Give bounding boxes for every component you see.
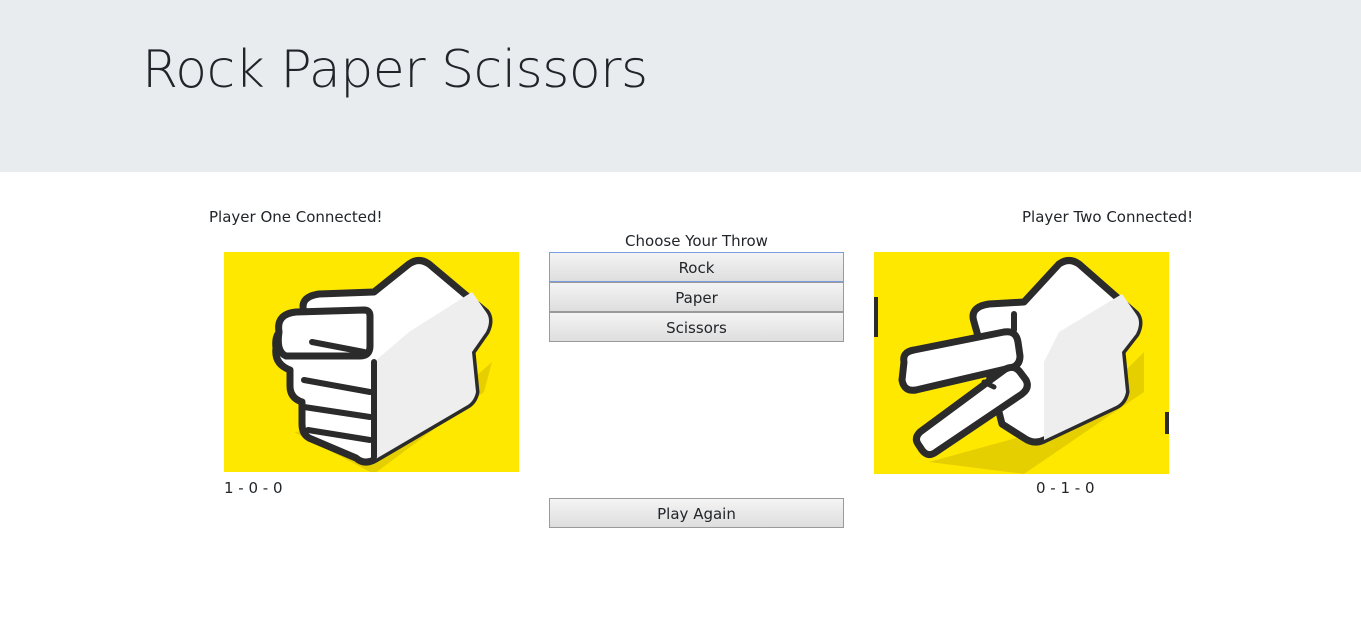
player-one-throw-image xyxy=(224,252,519,472)
scissors-hand-icon xyxy=(874,257,1169,474)
player-one-status: Player One Connected! xyxy=(209,208,383,226)
scissors-button[interactable]: Scissors xyxy=(549,312,844,342)
rock-hand-icon xyxy=(272,257,493,472)
paper-button[interactable]: Paper xyxy=(549,282,844,312)
play-again-button[interactable]: Play Again xyxy=(549,498,844,528)
page-title: Rock Paper Scissors xyxy=(142,40,648,100)
header-banner: Rock Paper Scissors xyxy=(0,0,1361,172)
choose-throw-label: Choose Your Throw xyxy=(625,232,768,250)
player-two-throw-image xyxy=(874,252,1169,474)
player-one-score: 1 - 0 - 0 xyxy=(224,479,283,497)
player-two-status: Player Two Connected! xyxy=(1022,208,1194,226)
player-two-score: 0 - 1 - 0 xyxy=(1036,479,1095,497)
rock-button[interactable]: Rock xyxy=(549,252,844,282)
